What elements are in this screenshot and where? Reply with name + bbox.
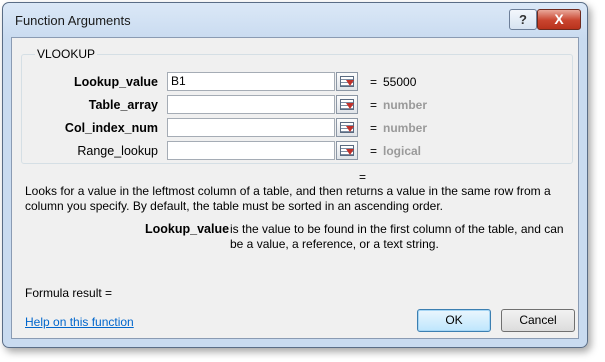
range-lookup-input[interactable]	[167, 141, 335, 160]
arg-help-name: Lookup_value	[145, 222, 230, 236]
function-name-label: VLOOKUP	[35, 47, 98, 61]
arrow-icon	[346, 103, 354, 109]
help-title-button[interactable]: ?	[509, 9, 537, 30]
arrow-icon	[346, 126, 354, 132]
arg-label-range-lookup: Range_lookup	[77, 144, 158, 158]
equals-sign: =	[370, 75, 378, 89]
equals-sign: =	[370, 144, 378, 158]
function-arguments-dialog: Function Arguments ? X VLOOKUP Lookup_va…	[2, 2, 588, 348]
cancel-button[interactable]: Cancel	[501, 309, 575, 332]
range-lookup-type-hint: logical	[383, 144, 422, 158]
col-index-num-type-hint: number	[383, 121, 428, 135]
arg-help-text: is the value to be found in the first co…	[230, 222, 564, 251]
col-index-num-ref-button[interactable]	[336, 118, 358, 137]
arrow-icon	[346, 80, 354, 86]
arg-label-col-index-num: Col_index_num	[64, 121, 158, 135]
ok-button[interactable]: OK	[417, 309, 491, 332]
col-index-num-input[interactable]	[167, 118, 335, 137]
table-array-type-hint: number	[383, 98, 428, 112]
arrow-icon	[346, 149, 354, 155]
function-result-equals: =	[359, 170, 367, 184]
range-lookup-ref-button[interactable]	[336, 141, 358, 160]
function-args-group: VLOOKUP Lookup_value B1 = 55000 Table_ar…	[21, 47, 573, 164]
equals-sign: =	[370, 121, 378, 135]
dialog-body: VLOOKUP Lookup_value B1 = 55000 Table_ar…	[11, 37, 579, 339]
lookup-value-ref-button[interactable]	[336, 72, 358, 91]
lookup-value-input[interactable]: B1	[167, 72, 335, 91]
table-array-ref-button[interactable]	[336, 95, 358, 114]
equals-sign: =	[370, 98, 378, 112]
arg-label-table-array: Table_array	[88, 98, 158, 112]
close-button[interactable]: X	[537, 9, 581, 30]
formula-result-label: Formula result =	[25, 286, 113, 300]
arg-label-lookup-value: Lookup_value	[73, 75, 158, 89]
title-bar[interactable]: Function Arguments ? X	[3, 3, 587, 37]
dialog-title: Function Arguments	[15, 13, 131, 28]
lookup-value-result: 55000	[383, 75, 417, 89]
table-array-input[interactable]	[167, 95, 335, 114]
function-description: Looks for a value in the leftmost column…	[25, 184, 551, 213]
help-on-function-link[interactable]: Help on this function	[25, 315, 134, 329]
